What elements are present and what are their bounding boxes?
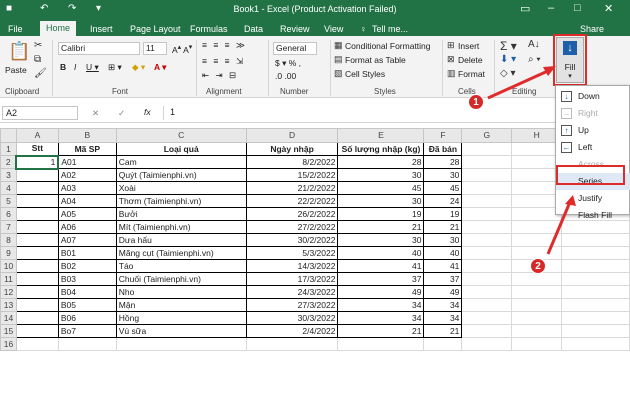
annotation-arrows xyxy=(487,66,576,255)
arrow-2-head xyxy=(565,195,576,206)
arrow-2-line xyxy=(546,201,572,255)
arrow-1-line xyxy=(487,68,551,100)
step-badge-2: 2 xyxy=(530,258,546,274)
step-badge-1: 1 xyxy=(468,94,484,110)
